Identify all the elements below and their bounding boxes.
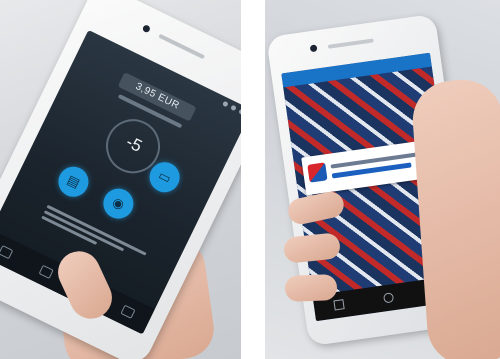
battery-icon: ▭	[156, 167, 174, 187]
front-camera	[141, 24, 152, 34]
charging-icon: ▤	[64, 171, 83, 191]
nav-icon[interactable]	[120, 304, 136, 319]
home-nav-icon[interactable]	[0, 244, 14, 260]
left-photo: 3,95 EUR -5 ▭ ◉ ▤	[0, 0, 241, 359]
status-icon	[238, 108, 241, 115]
right-photo	[265, 0, 500, 359]
charge-button[interactable]: ▤	[53, 161, 94, 202]
finger	[284, 274, 338, 302]
status-icon	[222, 100, 229, 107]
brand-logo-icon	[307, 162, 328, 183]
earpiece	[327, 38, 374, 49]
front-camera	[309, 44, 318, 53]
nav-icon[interactable]	[38, 264, 54, 280]
status-icon	[230, 104, 238, 111]
earpiece	[158, 33, 206, 60]
lightbulb-icon: ◉	[110, 193, 127, 213]
back-nav-icon[interactable]	[333, 299, 345, 311]
light-button[interactable]: ◉	[98, 183, 139, 224]
home-nav-icon[interactable]	[382, 292, 395, 304]
